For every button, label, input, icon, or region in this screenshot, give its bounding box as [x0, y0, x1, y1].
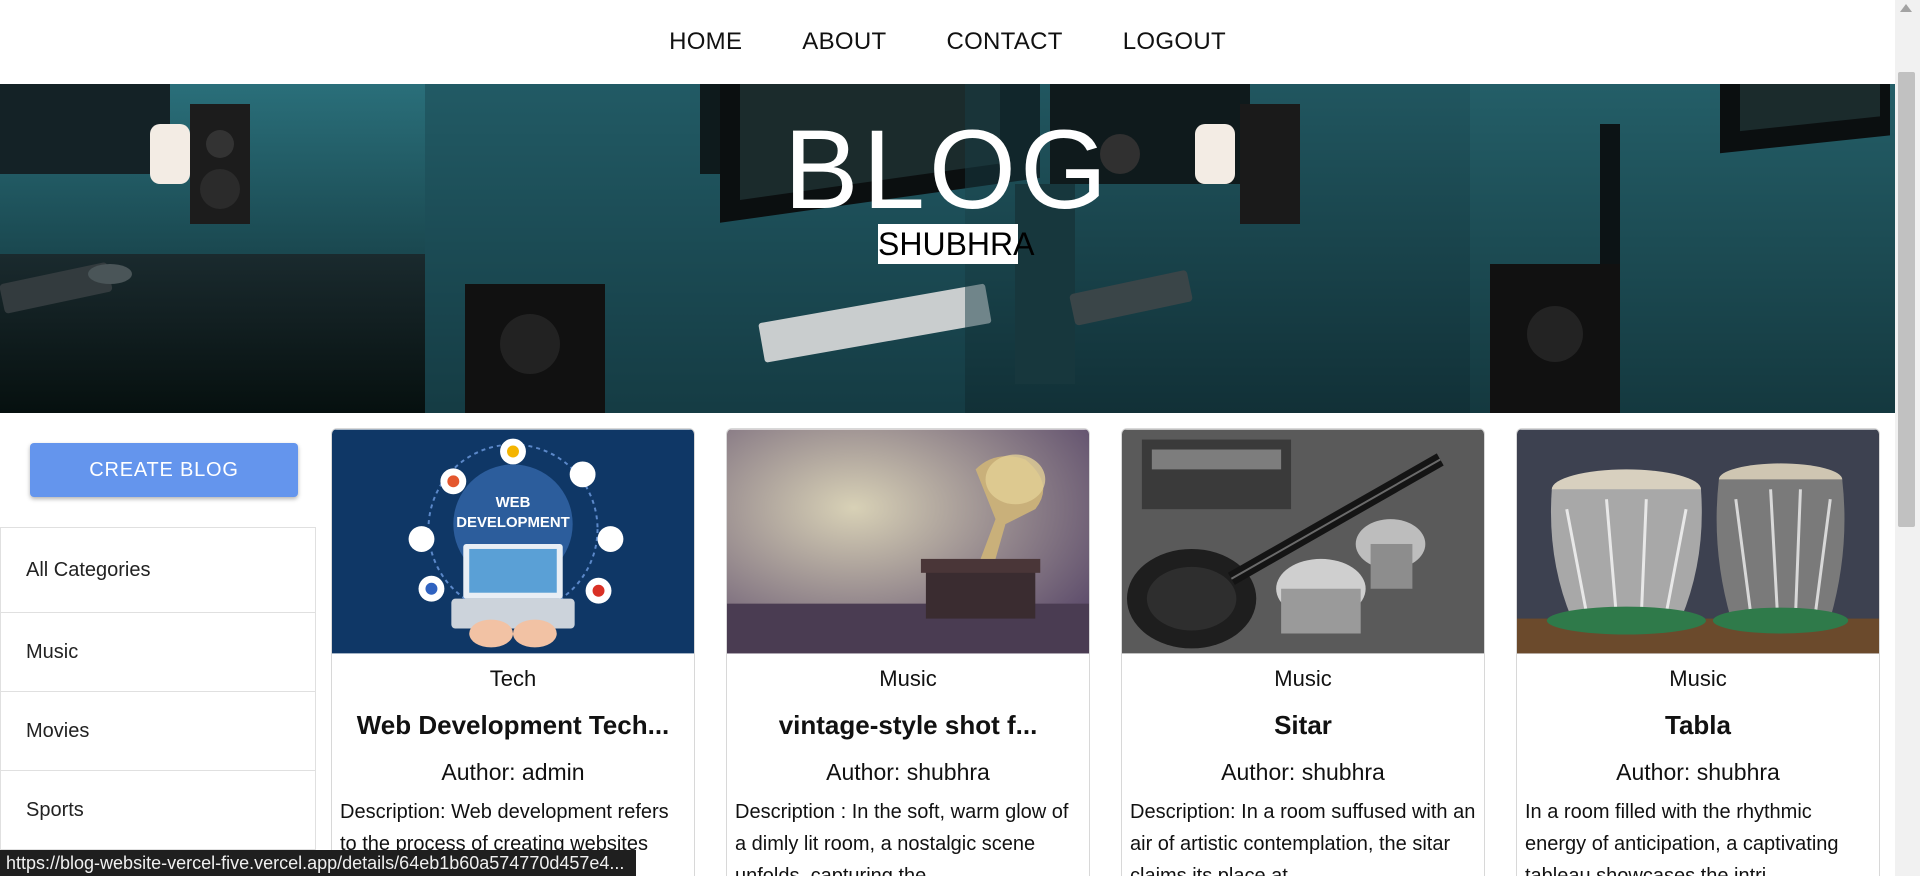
top-navbar: HOME ABOUT CONTACT LOGOUT [0, 0, 1895, 84]
card-category: Music [1669, 666, 1727, 691]
card-title: Web Development Tech... [356, 710, 670, 740]
svg-text:DEVELOPMENT: DEVELOPMENT [456, 515, 569, 531]
tabla-thumbnail [1517, 429, 1879, 654]
nav-contact-link[interactable]: CONTACT [946, 28, 1062, 56]
card-category: Music [1274, 666, 1332, 691]
category-list: All Categories Music Movies Sports [0, 527, 316, 851]
hero-title: BLOG [783, 107, 1112, 232]
create-blog-button[interactable]: CREATE BLOG [30, 443, 298, 497]
page: { "nav": { "items": ["HOME", "ABOUT", "C… [0, 0, 1920, 876]
svg-text:WEB: WEB [496, 495, 531, 511]
nav-about-link[interactable]: ABOUT [802, 28, 886, 56]
card-title: vintage-style shot f... [778, 710, 1038, 740]
category-all[interactable]: All Categories [1, 528, 315, 613]
blog-card[interactable]: Music Sitar Author: shubhra Description:… [1121, 428, 1485, 876]
card-author: Author: shubhra [826, 759, 990, 785]
blog-card[interactable]: WEB DEVELOPMENT Tech Web Development Tec… [331, 428, 695, 876]
scrollbar-thumb[interactable] [1898, 72, 1915, 527]
category-movies[interactable]: Movies [1, 692, 315, 771]
card-description: Description: In a room suffused with an … [1130, 801, 1476, 876]
blog-card[interactable]: Music vintage-style shot f... Author: sh… [726, 428, 1090, 876]
card-title: Sitar [1274, 710, 1332, 740]
card-author: Author: shubhra [1616, 759, 1780, 785]
hero-banner: BLOG SHUBHRA [0, 84, 1895, 413]
web-development-thumbnail: WEB DEVELOPMENT [332, 429, 694, 654]
sitar-thumbnail [1122, 429, 1484, 654]
category-sports[interactable]: Sports [1, 771, 315, 850]
card-author: Author: admin [441, 759, 585, 785]
blog-card[interactable]: Music Tabla Author: shubhra In a room fi… [1516, 428, 1880, 876]
category-music[interactable]: Music [1, 613, 315, 692]
card-author: Author: shubhra [1221, 759, 1385, 785]
link-status-bar: https://blog-website-vercel-five.vercel.… [0, 850, 636, 876]
nav-logout-link[interactable]: LOGOUT [1123, 28, 1226, 56]
card-description: In a room filled with the rhythmic energ… [1525, 801, 1839, 876]
card-category: Tech [489, 666, 537, 691]
nav-home-link[interactable]: HOME [669, 28, 742, 56]
card-title: Tabla [1665, 710, 1731, 740]
card-category: Music [879, 666, 937, 691]
scroll-up-arrow-icon[interactable] [1900, 4, 1912, 12]
hero-subtitle: SHUBHRA [878, 224, 1035, 264]
gramophone-thumbnail [727, 429, 1089, 654]
card-description: Description : In the soft, warm glow of … [735, 801, 1069, 876]
